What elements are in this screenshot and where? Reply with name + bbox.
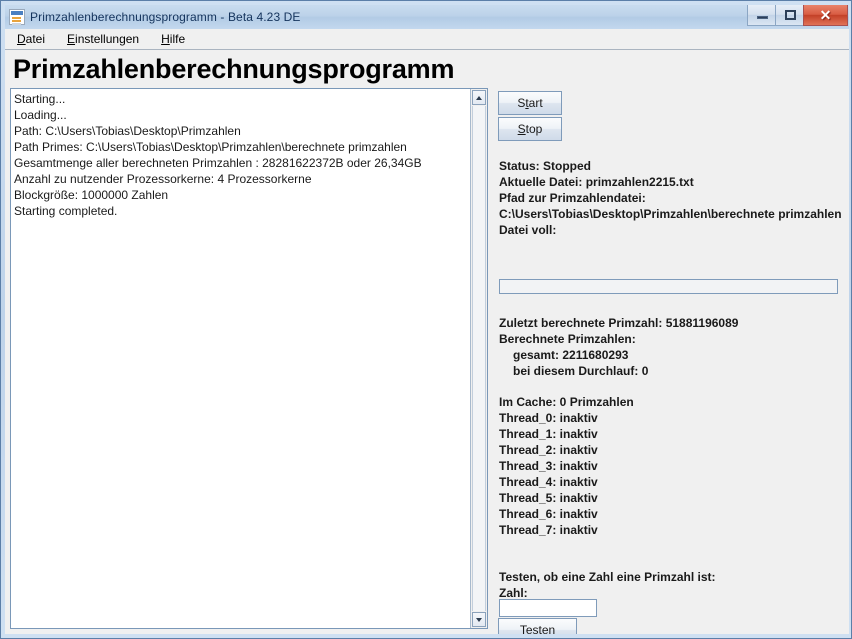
thread-row: Thread_7: inaktiv xyxy=(499,523,598,537)
cache-line: Im Cache: 0 Primzahlen xyxy=(499,395,634,409)
page-title: Primzahlenberechnungsprogramm xyxy=(13,54,455,84)
log-line: Path: C:\Users\Tobias\Desktop\Primzahlen xyxy=(14,124,241,138)
log-line: Anzahl zu nutzender Prozessorkerne: 4 Pr… xyxy=(14,172,312,186)
path-label-line: Pfad zur Primzahlendatei: xyxy=(499,191,646,205)
start-button[interactable]: Start xyxy=(498,91,562,115)
screenshot-root: Primzahlenberechnungsprogramm - Beta 4.2… xyxy=(0,0,852,639)
primes-total-line: gesamt: 2211680293 xyxy=(513,348,629,362)
log-panel: Starting... Loading... Path: C:\Users\To… xyxy=(10,88,488,629)
thread-row: Thread_4: inaktiv xyxy=(499,475,598,489)
log-line: Gesamtmenge aller berechneten Primzahlen… xyxy=(14,156,422,170)
prime-test-prompt: Testen, ob eine Zahl eine Primzahl ist: xyxy=(499,570,716,584)
start-button-post: art xyxy=(528,96,543,110)
document-icon xyxy=(9,9,25,25)
thread-row: Thread_2: inaktiv xyxy=(499,443,598,457)
status-line: Status: Stopped xyxy=(499,159,591,173)
scroll-down-button[interactable] xyxy=(472,612,486,627)
window-title: Primzahlenberechnungsprogramm - Beta 4.2… xyxy=(30,10,301,24)
thread-row: Thread_1: inaktiv xyxy=(499,427,598,441)
primes-this-run-line: bei diesem Durchlauf: 0 xyxy=(513,364,649,378)
file-fill-label: Datei voll: xyxy=(499,223,557,237)
close-button[interactable]: ✕ xyxy=(803,5,848,26)
stop-button-post: top xyxy=(525,122,543,136)
test-button-post: sten xyxy=(532,623,556,634)
log-scrollbar[interactable] xyxy=(470,89,487,628)
title-bar[interactable]: Primzahlenberechnungsprogramm - Beta 4.2… xyxy=(5,5,849,29)
thread-row: Thread_6: inaktiv xyxy=(499,507,598,521)
menu-mnemonic: D xyxy=(17,32,26,46)
stop-button[interactable]: Stop xyxy=(498,117,562,141)
log-line: Loading... xyxy=(14,108,67,122)
menu-label: atei xyxy=(25,32,46,46)
current-file-line: Aktuelle Datei: primzahlen2215.txt xyxy=(499,175,694,189)
window-controls: ✕ xyxy=(747,5,848,26)
log-text-area[interactable]: Starting... Loading... Path: C:\Users\To… xyxy=(11,89,470,628)
test-button-mnemonic: e xyxy=(525,623,533,634)
file-fill-progressbar xyxy=(499,279,838,294)
maximize-button[interactable] xyxy=(775,5,804,26)
number-input[interactable] xyxy=(499,599,597,617)
log-line: Starting... xyxy=(14,92,66,106)
status-block: Status: Stopped Aktuelle Datei: primzahl… xyxy=(499,158,844,238)
menu-label: ilfe xyxy=(169,32,186,46)
scroll-up-arrow-icon xyxy=(476,96,482,100)
application-window: Primzahlenberechnungsprogramm - Beta 4.2… xyxy=(0,0,852,639)
thread-status-list: Thread_0: inaktiv Thread_1: inaktiv Thre… xyxy=(499,410,598,538)
log-line: Blockgröße: 1000000 Zahlen xyxy=(14,188,169,202)
content-pane: Primzahlenberechnungsprogramm Starting..… xyxy=(5,50,849,634)
maximize-icon xyxy=(785,10,796,20)
path-value-line: C:\Users\Tobias\Desktop\Primzahlen\berec… xyxy=(499,207,842,221)
computed-primes-label: Berechnete Primzahlen: xyxy=(499,332,636,346)
minimize-button[interactable] xyxy=(747,5,776,26)
scroll-down-arrow-icon xyxy=(476,618,482,622)
stop-button-mnemonic: S xyxy=(517,122,526,136)
thread-row: Thread_5: inaktiv xyxy=(499,491,598,505)
menu-item-einstellungen[interactable]: Einstellungen xyxy=(65,31,141,47)
log-line: Path Primes: C:\Users\Tobias\Desktop\Pri… xyxy=(14,140,407,154)
menu-item-datei[interactable]: Datei xyxy=(15,31,47,47)
menu-item-hilfe[interactable]: Hilfe xyxy=(159,31,187,47)
log-scrollbar-track[interactable] xyxy=(472,106,486,611)
menu-bar: Datei Einstellungen Hilfe xyxy=(5,29,849,50)
thread-row: Thread_3: inaktiv xyxy=(499,459,598,473)
primes-block: Zuletzt berechnete Primzahl: 51881196089… xyxy=(499,315,844,379)
close-icon: ✕ xyxy=(819,7,832,23)
scroll-up-button[interactable] xyxy=(472,90,486,105)
menu-mnemonic: H xyxy=(161,32,170,46)
menu-mnemonic: E xyxy=(67,32,76,46)
test-button[interactable]: Testen xyxy=(498,618,577,634)
menu-label: instellungen xyxy=(75,32,140,46)
prime-test-section: Testen, ob eine Zahl eine Primzahl ist: … xyxy=(499,569,716,601)
control-panel: Start Stop Status: Stopped Aktuelle Date… xyxy=(494,88,844,634)
minimize-icon xyxy=(757,16,768,19)
log-line: Starting completed. xyxy=(14,204,118,218)
last-prime-line: Zuletzt berechnete Primzahl: 51881196089 xyxy=(499,316,739,330)
thread-row: Thread_0: inaktiv xyxy=(499,411,598,425)
